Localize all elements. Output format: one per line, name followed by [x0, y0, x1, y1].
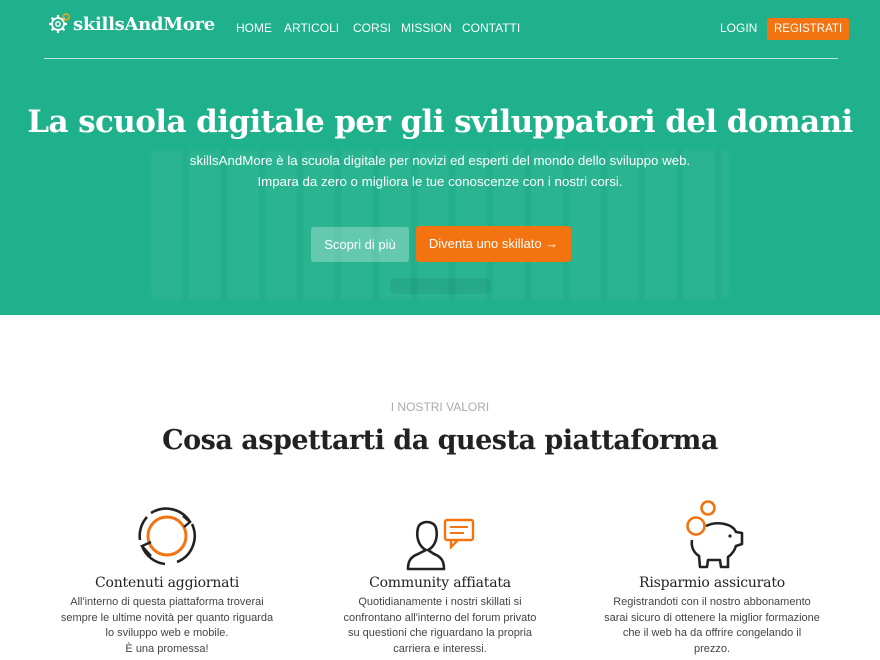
nav-item-articoli[interactable]: ARTICOLI [284, 21, 353, 35]
hero-subtitle-line-2: Impara da zero o migliora le tue conosce… [257, 174, 623, 189]
feature-line: lo sviluppo web e mobile. [105, 627, 229, 639]
feature-line: prezzo. [693, 642, 731, 655]
hero-subtitle-line-1: skillsAndMore è la scuola digitale per n… [189, 153, 691, 168]
piggy-bank-icon [686, 500, 744, 569]
feature-line: carriera e interessi. [393, 642, 487, 655]
register-button[interactable]: REGISTRATI [767, 18, 850, 40]
brand-name: skillsAndMore [73, 13, 215, 35]
feature-line: che il web ha da offrire congelando il [622, 627, 802, 639]
feature-line: sarai sicuro di ottenere la miglior form… [604, 611, 820, 624]
feature-description: Quotidianamente i nostri skillati si con… [310, 595, 570, 657]
nav-item-contatti[interactable]: CONTATTI [462, 21, 520, 35]
feature-line: Quotidianamente i nostri skillati si [358, 596, 522, 608]
hero-subtitle: skillsAndMore è la scuola digitale per n… [0, 150, 880, 192]
feature-line: All'interno di questa piattaforma trover… [70, 596, 264, 608]
become-skillato-button[interactable]: Diventa uno skillato → [416, 226, 571, 262]
hero-background-trackpad [390, 278, 490, 294]
nav-divider [44, 58, 838, 59]
feature-line: sempre le ultime novità per quanto rigua… [60, 611, 274, 624]
community-icon [406, 518, 475, 571]
values-kicker: I NOSTRI VALORI [390, 400, 490, 414]
main-menu: HOME ARTICOLI CORSI MISSION CONTATTI [236, 21, 520, 35]
nav-item-home[interactable]: HOME [236, 21, 284, 35]
hero-section: skillsAndMore HOME ARTICOLI CORSI MISSIO… [0, 0, 880, 315]
feature-community: Community affiatata Quotidianamente i no… [310, 497, 570, 657]
feature-line: confrontano all'interno del forum privat… [343, 611, 537, 624]
refresh-icon [138, 507, 196, 566]
nav-item-mission[interactable]: MISSION [401, 21, 462, 35]
feature-updated-content: Contenuti aggiornati All'interno di ques… [37, 497, 297, 657]
feature-line: È una promessa! [125, 642, 209, 655]
top-navbar: skillsAndMore HOME ARTICOLI CORSI MISSIO… [0, 0, 880, 60]
feature-title: Community affiatata [369, 575, 511, 591]
feature-savings: Risparmio assicurato Registrandoti con i… [582, 497, 842, 657]
login-link[interactable]: LOGIN [720, 21, 757, 35]
discover-more-button[interactable]: Scopri di più [311, 227, 409, 262]
values-title: Cosa aspettarti da questa piattaforma [162, 425, 718, 456]
nav-item-corsi[interactable]: CORSI [353, 21, 401, 35]
gear-icon [49, 13, 70, 33]
feature-description: Registrandoti con il nostro abbonamento … [582, 595, 842, 657]
brand-logo[interactable]: skillsAndMore [47, 12, 215, 36]
feature-title: Risparmio assicurato [639, 575, 785, 591]
hero-title: La scuola digitale per gli sviluppatori … [27, 104, 853, 140]
feature-title: Contenuti aggiornati [95, 575, 239, 591]
feature-line: su questioni che riguardano la propria [347, 627, 533, 639]
feature-line: Registrandoti con il nostro abbonamento [613, 596, 811, 608]
feature-description: All'interno di questa piattaforma trover… [37, 595, 297, 657]
